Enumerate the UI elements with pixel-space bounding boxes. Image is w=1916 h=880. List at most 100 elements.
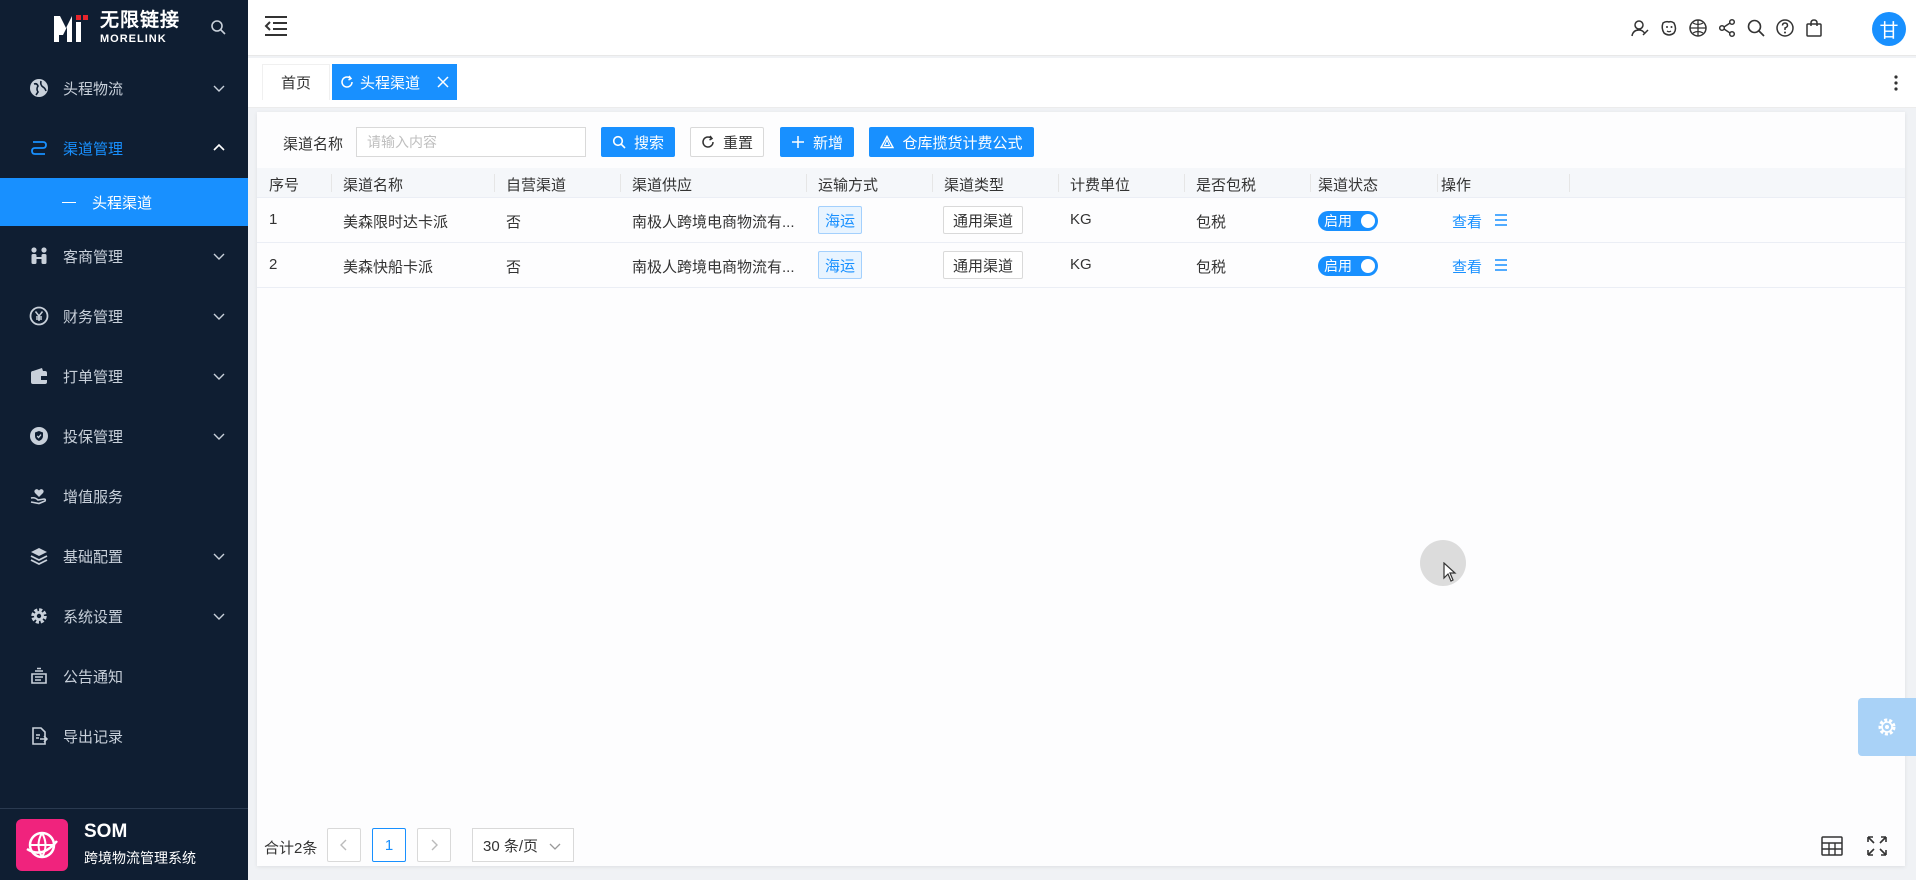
tax-included: 包税 — [1196, 259, 1227, 276]
prev-page-button[interactable] — [327, 828, 361, 862]
logo-text-en: MORELINK — [100, 33, 167, 45]
sidebar-item-label-printing-management[interactable]: 打单管理 — [0, 346, 248, 406]
close-icon[interactable] — [436, 75, 450, 89]
app-logo[interactable]: 无限链接 MORELINK — [52, 8, 180, 48]
next-page-button[interactable] — [417, 828, 451, 862]
search-button[interactable]: 搜索 — [601, 127, 675, 157]
sidebar: 无限链接 MORELINK 头程物流 渠道管理 头程渠道 客商管理 财务管理 打… — [0, 0, 248, 880]
user-icon[interactable] — [1630, 18, 1650, 38]
tab-label: 头程渠道 — [360, 74, 421, 92]
export-icon — [28, 725, 50, 747]
route-icon — [28, 137, 50, 159]
row-number: 1 — [269, 211, 278, 228]
globe-icon — [28, 77, 50, 99]
menu-lines-icon[interactable] — [1494, 214, 1508, 226]
sidebar-item-label: 导出记录 — [63, 728, 124, 746]
sidebar-item-announcements[interactable]: 公告通知 — [0, 646, 248, 706]
channel-status-toggle[interactable]: 启用 — [1318, 256, 1378, 276]
top-header: 甘 — [248, 0, 1916, 56]
sidebar-item-first-leg-logistics[interactable]: 头程物流 — [0, 58, 248, 118]
column-divider — [806, 174, 807, 192]
share-icon[interactable] — [1717, 18, 1737, 38]
table-row[interactable]: 1 美森限时达卡派 否 南极人跨境电商物流有... 海运 通用渠道 KG 包税 … — [257, 198, 1905, 243]
face-icon[interactable] — [1659, 18, 1679, 38]
sidebar-item-finance-management[interactable]: 财务管理 — [0, 286, 248, 346]
gear-icon — [28, 605, 50, 627]
user-avatar[interactable]: 甘 — [1872, 12, 1906, 46]
sidebar-item-merchant-management[interactable]: 客商管理 — [0, 226, 248, 286]
view-link[interactable]: 查看 — [1452, 211, 1482, 232]
search-icon[interactable] — [1746, 18, 1766, 38]
channel-name-input[interactable] — [356, 127, 586, 157]
menu-lines-icon[interactable] — [1494, 259, 1508, 271]
tab-first-leg-channel[interactable]: 头程渠道 — [332, 64, 457, 100]
bag-icon[interactable] — [1804, 18, 1824, 38]
submenu-dash — [62, 201, 76, 203]
column-divider — [494, 174, 495, 192]
settings-float-button[interactable] — [1858, 698, 1916, 756]
column-header: 渠道状态 — [1318, 177, 1379, 194]
table-header: 序号 渠道名称 自营渠道 渠道供应 运输方式 渠道类型 计费单位 是否包税 渠道… — [257, 168, 1905, 198]
chevron-down-icon — [213, 553, 225, 560]
tab-label: 首页 — [280, 75, 311, 92]
sidebar-item-basic-config[interactable]: 基础配置 — [0, 526, 248, 586]
sidebar-item-insurance-management[interactable]: 投保管理 — [0, 406, 248, 466]
chevron-down-icon — [213, 613, 225, 620]
help-icon[interactable] — [1775, 18, 1795, 38]
globe-grid-icon[interactable] — [1688, 18, 1708, 38]
table-columns-icon[interactable] — [1820, 834, 1844, 858]
collapse-menu-icon[interactable] — [264, 15, 288, 37]
chevron-left-icon — [340, 839, 347, 851]
channel-supplier: 南极人跨境电商物流有... — [632, 214, 795, 231]
sidebar-item-system-settings[interactable]: 系统设置 — [0, 586, 248, 646]
tab-bar: 首页 头程渠道 — [248, 58, 1916, 108]
self-operated: 否 — [506, 259, 522, 276]
add-button[interactable]: 新增 — [780, 127, 854, 157]
heart-hand-icon — [28, 485, 50, 507]
sidebar-subitem-first-leg-channel[interactable]: 头程渠道 — [0, 178, 248, 226]
plus-icon — [791, 136, 804, 148]
mouse-cursor-icon — [1443, 562, 1457, 582]
toggle-label: 启用 — [1324, 213, 1352, 229]
sidebar-item-label: 投保管理 — [63, 428, 124, 446]
column-header: 运输方式 — [818, 177, 879, 194]
channel-type-tag: 通用渠道 — [943, 206, 1024, 234]
chevron-right-icon — [431, 839, 438, 851]
tab-home[interactable]: 首页 — [262, 64, 330, 100]
shield-icon — [28, 425, 50, 447]
sidebar-item-export-records[interactable]: 导出记录 — [0, 706, 248, 766]
fullscreen-icon[interactable] — [1865, 834, 1889, 858]
search-icon[interactable] — [210, 19, 226, 35]
sidebar-item-value-added-services[interactable]: 增值服务 — [0, 466, 248, 526]
layers-icon — [28, 545, 50, 567]
search-button-label: 搜索 — [633, 134, 664, 152]
page-button-current[interactable]: 1 — [372, 828, 406, 862]
column-header: 计费单位 — [1070, 177, 1131, 194]
reset-button-label: 重置 — [722, 134, 753, 152]
column-divider — [620, 174, 621, 192]
warehouse-pickup-fee-formula-button[interactable]: 仓库揽货计费公式 — [869, 127, 1034, 157]
toggle-knob — [1361, 259, 1375, 273]
page-size-select[interactable]: 30 条/页 — [472, 828, 574, 862]
refresh-icon[interactable] — [340, 75, 354, 89]
chevron-down-icon — [213, 313, 225, 320]
footer-app-subtitle: 跨境物流管理系统 — [84, 850, 196, 866]
reset-button[interactable]: 重置 — [690, 127, 764, 157]
channel-name: 美森限时达卡派 — [343, 214, 449, 231]
column-header: 渠道供应 — [632, 177, 693, 194]
column-header: 渠道名称 — [343, 177, 404, 194]
sidebar-item-channel-management[interactable]: 渠道管理 — [0, 118, 248, 178]
pagination: 合计2条 1 30 条/页 — [257, 828, 1905, 862]
view-link[interactable]: 查看 — [1452, 256, 1482, 277]
formula-button-label: 仓库揽货计费公式 — [902, 134, 1023, 152]
table-row[interactable]: 2 美森快船卡派 否 南极人跨境电商物流有... 海运 通用渠道 KG 包税 启… — [257, 243, 1905, 288]
sidebar-item-label: 公告通知 — [63, 668, 124, 686]
more-vertical-icon[interactable] — [1894, 74, 1898, 92]
channel-name: 美森快船卡派 — [343, 259, 434, 276]
channel-status-toggle[interactable]: 启用 — [1318, 211, 1378, 231]
sidebar-menu: 头程物流 渠道管理 头程渠道 客商管理 财务管理 打单管理 投保管理 增值服务 … — [0, 58, 248, 766]
main-content: 渠道名称 搜索 重置 新增 仓库揽货计费公式 序号 渠道名称 自营渠道 渠道供应 — [257, 112, 1905, 866]
column-header: 序号 — [269, 177, 300, 194]
chevron-down-icon — [213, 433, 225, 440]
toggle-knob — [1361, 214, 1375, 228]
